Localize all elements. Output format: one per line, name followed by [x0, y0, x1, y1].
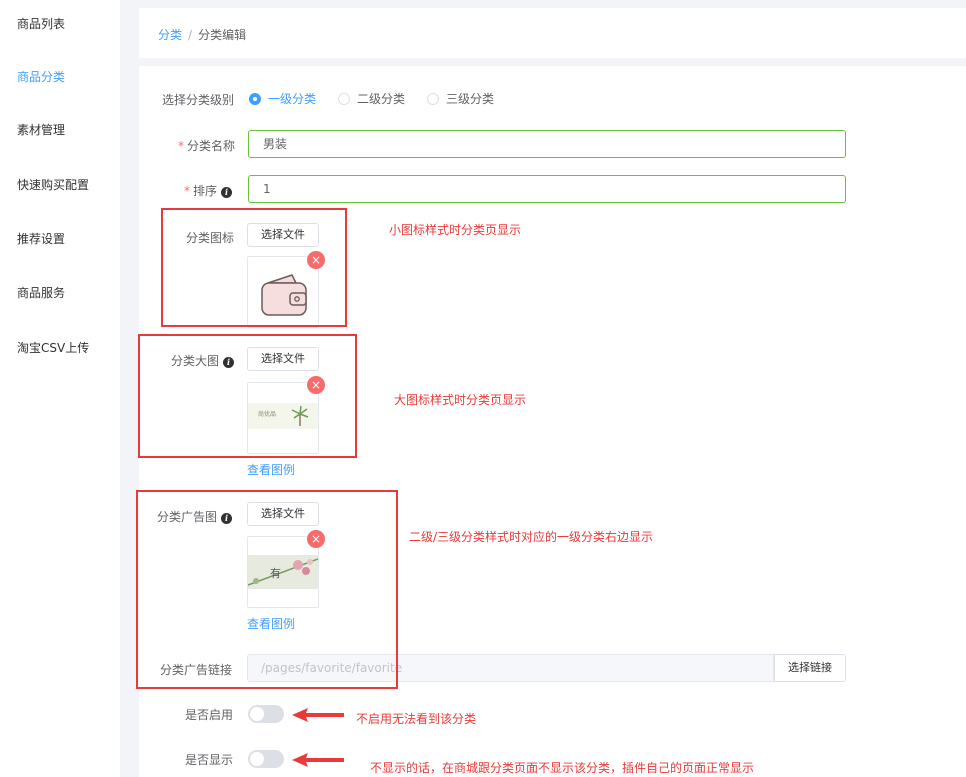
enabled-note: 不启用无法看到该分类 — [356, 712, 477, 726]
big-image-example-link[interactable]: 查看图例 — [247, 461, 295, 478]
radio-dot — [249, 92, 261, 105]
sidebar-item-quick-buy[interactable]: 快速购买配置 — [17, 176, 89, 193]
name-label: * 分类名称 — [178, 137, 235, 154]
ad-image-banner: 有 — [248, 555, 318, 589]
icon-thumbnail — [247, 256, 319, 328]
category-name-input[interactable]: 男装 — [248, 130, 846, 158]
ad-image-note: 二级/三级分类样式时对应的一级分类右边显示 — [409, 530, 654, 544]
ad-image-label-text: 分类广告图 — [157, 510, 218, 524]
radio-dot — [427, 92, 440, 105]
choose-link-button[interactable]: 选择链接 — [774, 654, 846, 682]
sort-label-text: 排序 — [193, 184, 218, 198]
sidebar-item-product-list[interactable]: 商品列表 — [17, 15, 65, 32]
ad-image-thumbnail: 有 — [247, 536, 319, 608]
radio-level-1[interactable]: 一级分类 — [249, 90, 316, 107]
ad-link-label: 分类广告链接 — [160, 663, 233, 677]
name-label-text: 分类名称 — [187, 139, 236, 153]
breadcrumb-parent-link[interactable]: 分类 — [158, 28, 182, 42]
big-image-note: 大图标样式时分类页显示 — [394, 393, 527, 407]
visible-label: 是否显示 — [185, 753, 234, 767]
big-image-banner-text: 尚优品 — [258, 411, 277, 418]
ad-image-choose-file-button[interactable]: 选择文件 — [247, 502, 319, 526]
breadcrumb: 分类 / 分类编辑 — [158, 26, 246, 43]
visible-arrow-icon — [292, 753, 344, 767]
big-image-label: 分类大图 i — [171, 352, 235, 369]
big-image-label-text: 分类大图 — [171, 354, 220, 368]
sidebar: 商品列表 商品分类 素材管理 快速购买配置 推荐设置 商品服务 淘宝CSV上传 — [0, 0, 120, 777]
radio-dot — [338, 92, 351, 105]
breadcrumb-current: 分类编辑 — [198, 28, 247, 42]
level-label: 选择分类级别 — [162, 93, 235, 107]
breadcrumb-card: 分类 / 分类编辑 — [139, 8, 966, 58]
big-image-choose-file-button[interactable]: 选择文件 — [247, 347, 319, 371]
enabled-label: 是否启用 — [185, 708, 234, 722]
flower-branch-icon — [248, 558, 318, 586]
info-icon: i — [221, 513, 233, 524]
required-mark: * — [184, 184, 190, 198]
ad-image-example-link[interactable]: 查看图例 — [247, 615, 295, 632]
palm-tree-icon — [291, 405, 309, 426]
big-image-thumbnail: 尚优品 — [247, 382, 319, 454]
radio-level-2-label: 二级分类 — [357, 92, 406, 106]
radio-level-3-label: 三级分类 — [446, 92, 495, 106]
sidebar-item-recommend[interactable]: 推荐设置 — [17, 230, 65, 247]
visible-switch[interactable] — [248, 750, 284, 768]
info-icon: i — [221, 187, 233, 198]
big-image-banner: 尚优品 — [248, 403, 318, 429]
icon-label: 分类图标 — [186, 231, 235, 245]
required-mark: * — [178, 139, 184, 153]
visible-note: 不显示的话，在商城跟分类页面不显示该分类，插件自己的页面正常显示 — [370, 761, 755, 775]
level-radio-group: 一级分类 二级分类 三级分类 — [249, 90, 516, 107]
sidebar-item-product-category[interactable]: 商品分类 — [17, 68, 65, 85]
radio-level-2[interactable]: 二级分类 — [338, 90, 405, 107]
ad-link-input[interactable]: /pages/favorite/favorite — [247, 654, 774, 682]
wallet-icon — [261, 274, 307, 316]
breadcrumb-separator: / — [188, 28, 193, 42]
icon-note: 小图标样式时分类页显示 — [389, 223, 522, 237]
radio-level-1-label: 一级分类 — [268, 92, 317, 106]
sidebar-item-taobao-csv[interactable]: 淘宝CSV上传 — [17, 339, 89, 356]
big-image-remove-button[interactable]: × — [307, 376, 325, 394]
info-icon: i — [223, 357, 235, 368]
ad-image-remove-button[interactable]: × — [307, 530, 325, 548]
enabled-switch[interactable] — [248, 705, 284, 723]
ad-image-banner-text: 有 — [270, 567, 281, 580]
sort-input[interactable]: 1 — [248, 175, 846, 203]
ad-image-label: 分类广告图 i — [157, 508, 233, 525]
icon-remove-button[interactable]: × — [307, 251, 325, 269]
sidebar-item-material[interactable]: 素材管理 — [17, 121, 65, 138]
icon-choose-file-button[interactable]: 选择文件 — [247, 223, 319, 247]
sidebar-item-service[interactable]: 商品服务 — [17, 284, 65, 301]
radio-level-3[interactable]: 三级分类 — [427, 90, 494, 107]
sort-label: * 排序 i — [184, 182, 233, 199]
enabled-arrow-icon — [292, 708, 344, 722]
